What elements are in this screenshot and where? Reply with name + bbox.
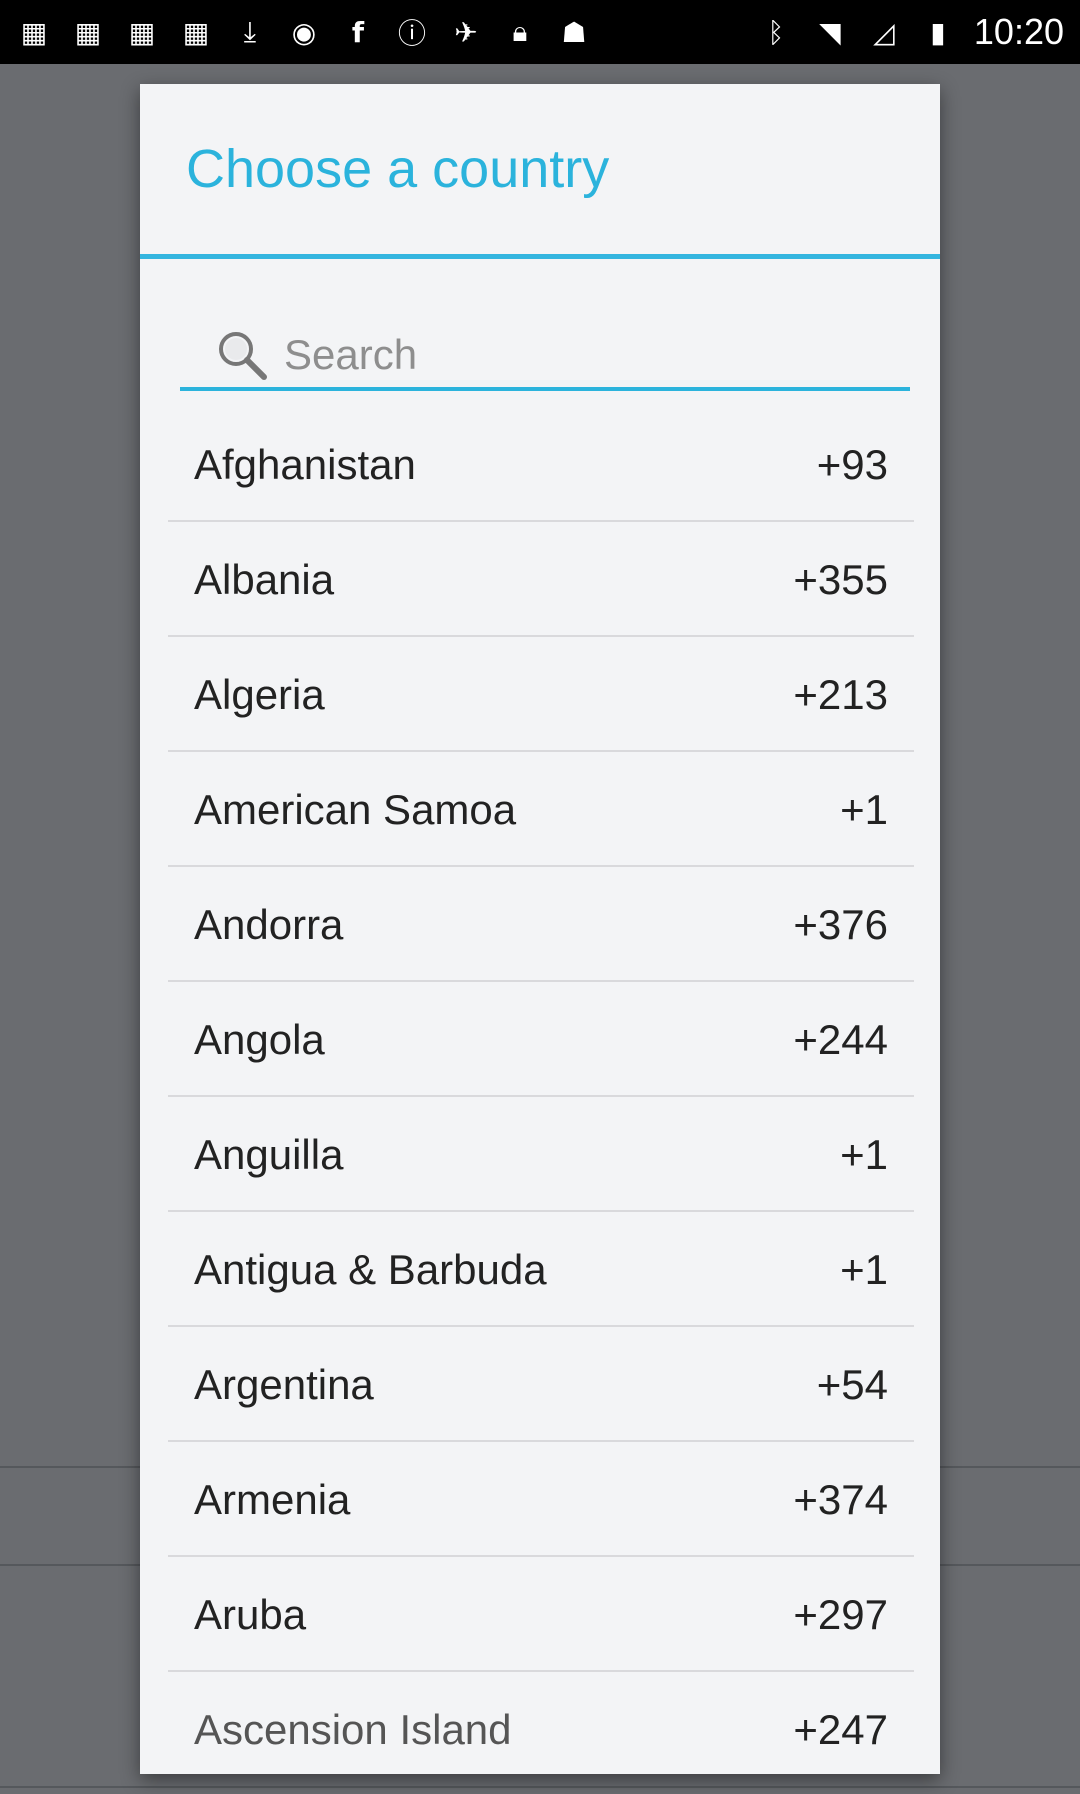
facebook-icon: f — [351, 15, 365, 49]
bluetooth-icon: ᛒ — [767, 15, 785, 49]
modal-header: Choose a country — [140, 84, 940, 254]
battery-charging-icon: ▮ — [930, 15, 946, 49]
list-item[interactable]: Algeria +213 — [140, 637, 940, 752]
lock-icon: 🔒︎ — [512, 15, 528, 48]
list-item[interactable]: Albania +355 — [140, 522, 940, 637]
download-icon: ⤓ — [243, 15, 257, 48]
info-icon: ⓘ — [397, 17, 426, 50]
country-name: Argentina — [194, 1360, 374, 1408]
list-item[interactable]: Antigua & Barbuda +1 — [140, 1212, 940, 1327]
country-name: Algeria — [194, 670, 325, 718]
modal-title: Choose a country — [186, 139, 610, 199]
country-name: Armenia — [194, 1475, 351, 1523]
status-bar: ▦ ▦ ▦ ▦ ⤓ ◉ f ⓘ ✈ 🔒︎ ☗ ᛒ ◥ ◿ ▮ 10:20 — [0, 0, 1080, 64]
list-item[interactable]: Ascension Island +247 — [140, 1672, 940, 1774]
country-list[interactable]: Afghanistan +93 Albania +355 Algeria +21… — [140, 407, 940, 1774]
country-code: +297 — [793, 1590, 888, 1638]
country-name: Aruba — [194, 1590, 307, 1638]
country-code: +213 — [793, 670, 888, 718]
country-code: +247 — [793, 1705, 888, 1753]
country-code: +1 — [840, 1130, 888, 1178]
list-item[interactable]: Andorra +376 — [140, 867, 940, 982]
search-icon — [219, 332, 267, 380]
list-item[interactable]: Aruba +297 — [140, 1557, 940, 1672]
country-name: Antigua & Barbuda — [194, 1245, 547, 1293]
list-item[interactable]: Anguilla +1 — [140, 1097, 940, 1212]
list-item[interactable]: Armenia +374 — [140, 1442, 940, 1557]
status-bar-left: ▦ ▦ ▦ ▦ ⤓ ◉ f ⓘ ✈ 🔒︎ ☗ — [16, 14, 592, 50]
country-code: +355 — [793, 555, 888, 603]
search-field[interactable] — [180, 319, 910, 391]
grid-icon: ▦ — [128, 15, 156, 49]
country-code: +376 — [793, 900, 888, 948]
country-code: +1 — [840, 785, 888, 833]
status-time: 10:20 — [973, 11, 1064, 52]
android-icon: ☗ — [561, 15, 587, 49]
country-name: American Samoa — [194, 785, 517, 833]
search-container — [180, 259, 910, 407]
background-divider — [0, 1786, 1080, 1788]
status-bar-right: ᛒ ◥ ◿ ▮ 10:20 — [758, 11, 1065, 53]
list-item[interactable]: Afghanistan +93 — [140, 407, 940, 522]
country-picker-modal: Choose a country Afghanistan +93 Albania… — [140, 84, 940, 1774]
country-code: +244 — [793, 1015, 888, 1063]
grid-icon: ▦ — [182, 15, 210, 49]
no-signal-icon: ◿ — [873, 15, 895, 49]
satellite-icon: ✈ — [454, 15, 478, 49]
country-name: Albania — [194, 555, 335, 603]
country-name: Anguilla — [194, 1130, 344, 1178]
country-name: Ascension Island — [194, 1705, 512, 1753]
country-name: Afghanistan — [194, 440, 416, 488]
hotspot-icon: ◉ — [291, 15, 317, 49]
list-item[interactable]: Argentina +54 — [140, 1327, 940, 1442]
country-name: Angola — [194, 1015, 325, 1063]
country-code: +93 — [816, 440, 888, 488]
grid-icon: ▦ — [20, 15, 48, 49]
wifi-icon: ◥ — [819, 15, 841, 49]
list-item[interactable]: Angola +244 — [140, 982, 940, 1097]
search-input[interactable] — [284, 331, 910, 379]
country-code: +54 — [816, 1360, 888, 1408]
list-item[interactable]: American Samoa +1 — [140, 752, 940, 867]
country-code: +374 — [793, 1475, 888, 1523]
country-code: +1 — [840, 1245, 888, 1293]
grid-icon: ▦ — [74, 15, 102, 49]
country-name: Andorra — [194, 900, 344, 948]
search-underline — [180, 387, 910, 391]
